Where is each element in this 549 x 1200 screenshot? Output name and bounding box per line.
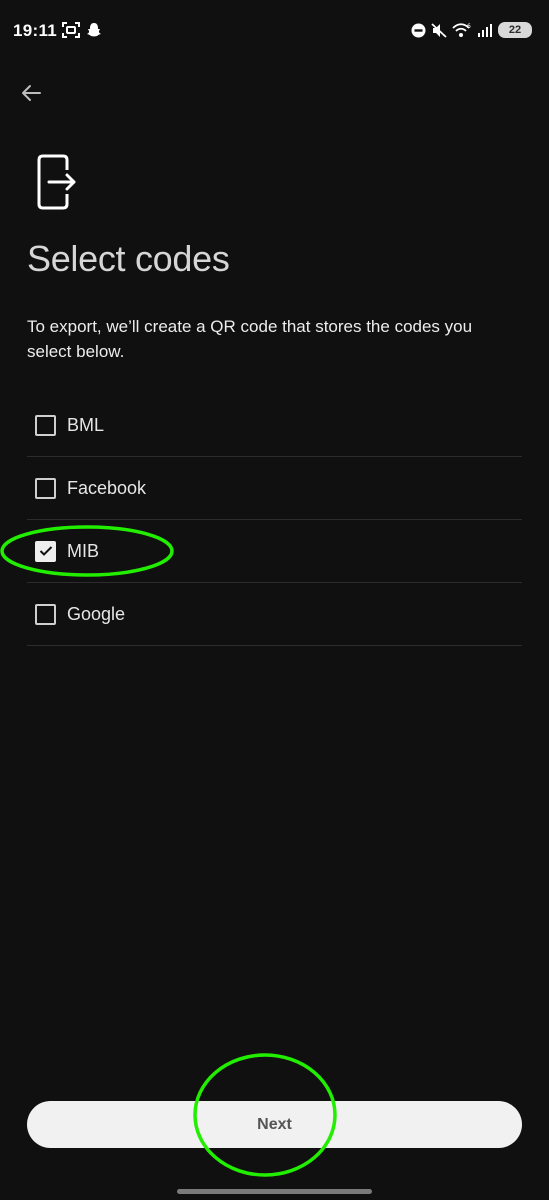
svg-text:6: 6: [467, 23, 471, 30]
wifi-icon: 6: [452, 23, 471, 37]
code-label: Facebook: [67, 477, 147, 498]
checkbox-checked[interactable]: [35, 540, 56, 562]
checkbox[interactable]: [35, 414, 56, 436]
checkbox[interactable]: [35, 477, 56, 499]
page-title: Select codes: [27, 238, 230, 279]
arrow-left-icon: [22, 85, 41, 101]
description: To export, we’ll create a QR code that s…: [27, 317, 473, 361]
snapchat-icon: [87, 23, 101, 37]
code-item-facebook[interactable]: Facebook: [27, 457, 522, 520]
next-button[interactable]: Next: [27, 1101, 522, 1148]
code-item-bml[interactable]: BML: [27, 394, 522, 457]
do-not-disturb-icon: [411, 23, 426, 37]
code-item-mib[interactable]: MIB: [27, 520, 522, 583]
code-label: MIB: [67, 540, 100, 561]
code-list: BML Facebook MIB Google: [27, 394, 522, 646]
mute-icon: [431, 22, 447, 38]
code-label: BML: [67, 414, 105, 435]
screen-record-icon: [62, 22, 80, 38]
signal-icon: [478, 24, 492, 37]
back-button[interactable]: [14, 76, 48, 110]
home-indicator[interactable]: [177, 1189, 372, 1194]
status-left-icons: [62, 22, 102, 38]
battery-icon: 22: [498, 22, 532, 38]
checkmark-icon: [39, 546, 52, 556]
code-label: Google: [67, 603, 126, 624]
code-item-google[interactable]: Google: [27, 583, 522, 646]
status-right-icons: 6 22: [411, 22, 532, 38]
phone-export-icon: [37, 154, 76, 210]
status-bar: 19:11 6 22: [0, 0, 549, 62]
checkbox[interactable]: [35, 603, 56, 625]
status-time: 19:11: [13, 21, 58, 40]
